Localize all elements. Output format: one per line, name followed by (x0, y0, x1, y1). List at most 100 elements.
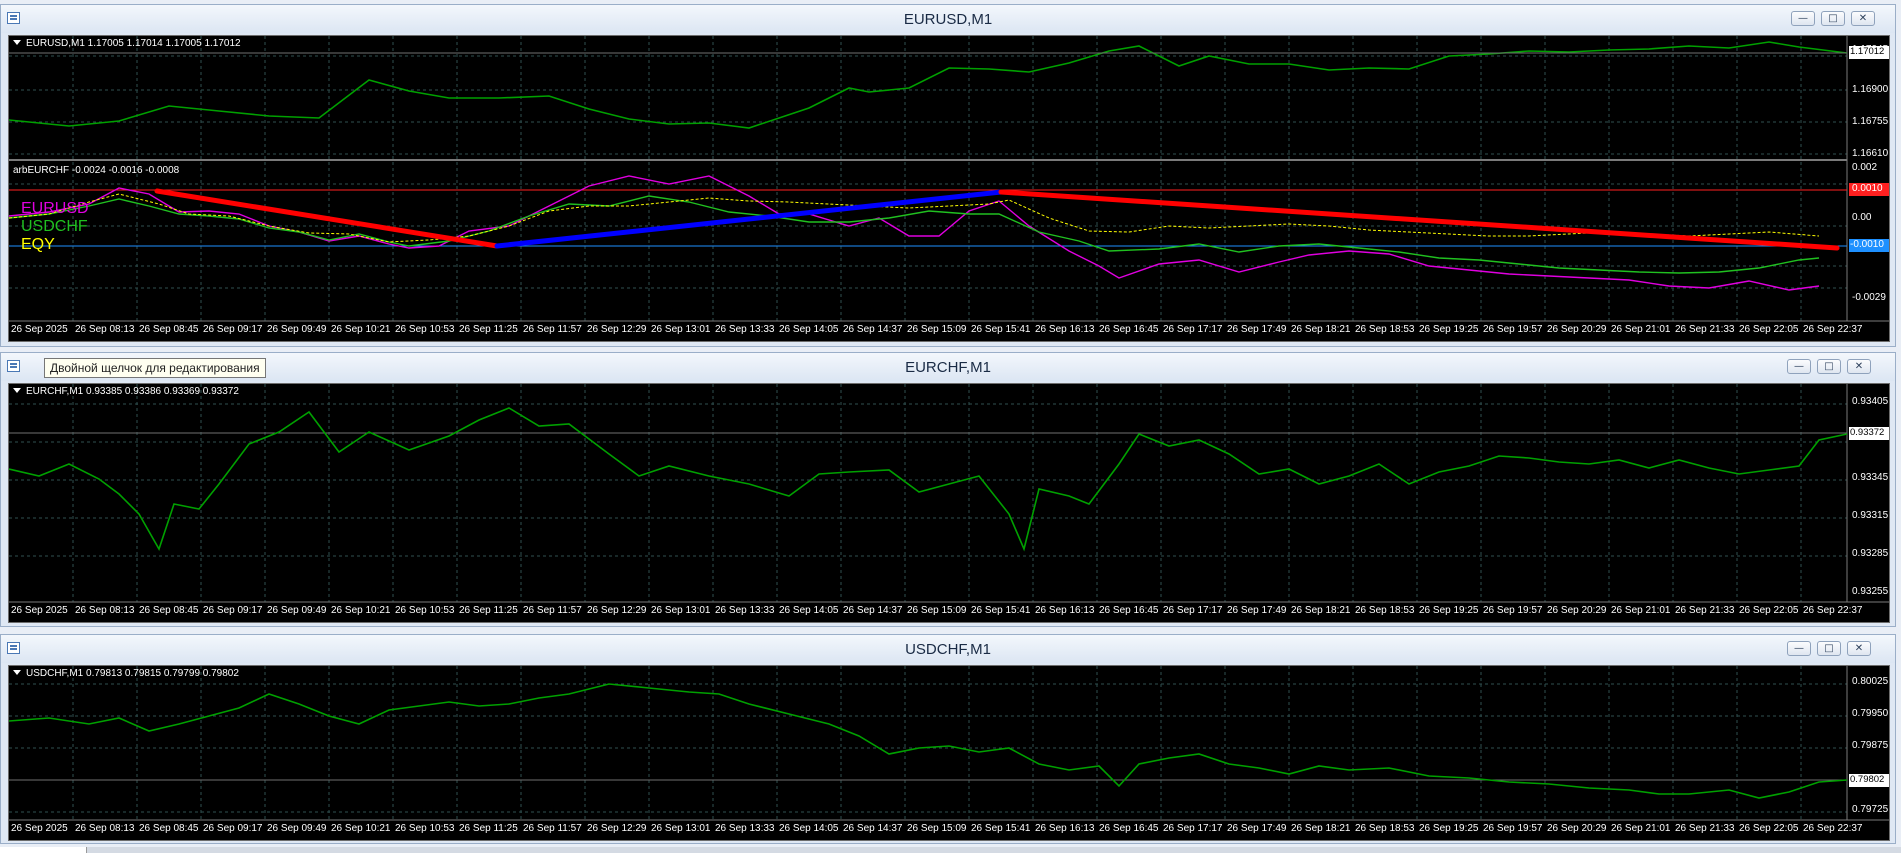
time-label: 26 Sep 22:37 (1803, 823, 1863, 834)
time-label: 26 Sep 08:45 (139, 605, 199, 616)
chart-window-eurchf[interactable]: EURCHF,M1 — □ ✕ EURCHF,M1 0.93385 0.9338… (0, 352, 1896, 627)
time-label: 26 Sep 19:57 (1483, 823, 1543, 834)
symbol-info-text: USDCHF,M1 0.79813 0.79815 0.79799 0.7980… (26, 668, 239, 679)
chart-area[interactable]: EURCHF,M1 0.93385 0.93386 0.93369 0.9337… (8, 383, 1890, 623)
time-label: 26 Sep 19:25 (1419, 823, 1479, 834)
upper-level-label: 0.0010 (1852, 183, 1883, 194)
time-label: 26 Sep 18:53 (1355, 324, 1415, 335)
time-label: 26 Sep 08:13 (75, 605, 135, 616)
trendline-red-right[interactable] (998, 189, 1840, 251)
chart-area[interactable]: USDCHF,M1 0.79813 0.79815 0.79799 0.7980… (8, 665, 1890, 841)
time-label: 26 Sep 18:53 (1355, 605, 1415, 616)
time-label: 26 Sep 11:25 (459, 823, 518, 834)
bottom-tab-strip (0, 847, 1901, 853)
time-label: 26 Sep 17:49 (1227, 823, 1287, 834)
time-label: 26 Sep 21:01 (1611, 605, 1671, 616)
trendline-red-left[interactable] (154, 188, 500, 249)
time-label: 26 Sep 20:29 (1547, 823, 1607, 834)
indicator-info: arbEURCHF -0.0024 -0.0016 -0.0008 (13, 165, 180, 176)
time-label: 26 Sep 17:49 (1227, 605, 1287, 616)
time-label: 26 Sep 16:45 (1099, 324, 1159, 335)
time-label: 26 Sep 14:37 (843, 324, 903, 335)
window-titlebar[interactable]: EURUSD,M1 — □ ✕ (1, 5, 1895, 33)
current-price-label: 0.93372 (1850, 427, 1885, 438)
time-label: 26 Sep 14:37 (843, 823, 903, 834)
time-label: 26 Sep 10:21 (331, 324, 391, 335)
price-label: 0.80025 (1852, 676, 1889, 687)
time-label: 26 Sep 21:01 (1611, 823, 1671, 834)
time-label: 26 Sep 21:33 (1675, 823, 1735, 834)
symbol-info-text: EURUSD,M1 1.17005 1.17014 1.17005 1.1701… (26, 38, 241, 49)
maximize-button[interactable]: □ (1817, 641, 1841, 656)
grid (9, 666, 1847, 820)
maximize-button[interactable]: □ (1817, 359, 1841, 374)
chart-area[interactable]: EURUSD,M1 1.17005 1.17014 1.17005 1.1701… (8, 35, 1890, 342)
edit-tooltip: Двойной щелчок для редактирования (44, 358, 266, 378)
time-label: 26 Sep 19:25 (1419, 324, 1479, 335)
current-price-label: 1.17012 (1850, 46, 1885, 57)
time-label: 26 Sep 08:13 (75, 823, 135, 834)
minimize-button[interactable]: — (1787, 359, 1811, 374)
time-label: 26 Sep 2025 (11, 605, 68, 616)
time-label: 26 Sep 15:09 (907, 605, 967, 616)
eurusd-series (9, 175, 1820, 291)
time-label: 26 Sep 19:57 (1483, 605, 1543, 616)
collapse-triangle-icon[interactable] (13, 40, 21, 45)
time-axis: 26 Sep 2025 26 Sep 08:13 26 Sep 08:45 26… (9, 823, 1863, 839)
time-label: 26 Sep 09:17 (203, 605, 263, 616)
time-label: 26 Sep 17:17 (1163, 605, 1223, 616)
time-label: 26 Sep 10:21 (331, 605, 391, 616)
close-button[interactable]: ✕ (1847, 359, 1871, 374)
time-label: 26 Sep 09:49 (267, 324, 327, 335)
time-label: 26 Sep 18:53 (1355, 823, 1415, 834)
time-label: 26 Sep 14:37 (843, 605, 903, 616)
legend-eqy: EQY (21, 236, 55, 253)
time-label: 26 Sep 17:17 (1163, 324, 1223, 335)
chart-window-eurusd[interactable]: EURUSD,M1 — □ ✕ EURUSD,M1 1.17005 1.1701… (0, 4, 1896, 347)
price-line (9, 41, 1848, 129)
close-button[interactable]: ✕ (1851, 11, 1875, 26)
time-label: 26 Sep 13:01 (651, 823, 711, 834)
price-label: 0.79875 (1852, 740, 1889, 751)
time-label: 26 Sep 22:37 (1803, 605, 1863, 616)
time-label: 26 Sep 13:01 (651, 605, 711, 616)
time-label: 26 Sep 22:37 (1803, 324, 1863, 335)
window-titlebar[interactable]: EURCHF,M1 — □ ✕ (1, 353, 1895, 381)
time-label: 26 Sep 16:13 (1035, 324, 1095, 335)
time-label: 26 Sep 18:21 (1291, 605, 1351, 616)
trendline-blue[interactable] (494, 189, 1004, 249)
time-label: 26 Sep 17:49 (1227, 324, 1287, 335)
time-label: 26 Sep 15:09 (907, 324, 967, 335)
minimize-button[interactable]: — (1791, 11, 1815, 26)
time-label: 26 Sep 10:21 (331, 823, 391, 834)
price-label: 0.93285 (1852, 548, 1889, 559)
minimize-button[interactable]: — (1787, 641, 1811, 656)
collapse-triangle-icon[interactable] (13, 670, 21, 675)
time-label: 26 Sep 12:29 (587, 324, 647, 335)
symbol-info: USDCHF,M1 0.79813 0.79815 0.79799 0.7980… (13, 668, 239, 679)
time-label: 26 Sep 19:25 (1419, 605, 1479, 616)
time-label: 26 Sep 08:45 (139, 324, 199, 335)
time-label: 26 Sep 22:05 (1739, 605, 1799, 616)
price-line (9, 683, 1848, 799)
grid (9, 384, 1847, 602)
chart-canvas (9, 36, 1889, 322)
bottom-tab[interactable] (0, 847, 87, 853)
collapse-triangle-icon[interactable] (13, 388, 21, 393)
close-button[interactable]: ✕ (1847, 641, 1871, 656)
time-label: 26 Sep 13:33 (715, 823, 775, 834)
time-label: 26 Sep 20:29 (1547, 324, 1607, 335)
time-axis: 26 Sep 2025 26 Sep 08:13 26 Sep 08:45 26… (9, 324, 1863, 340)
usdchf-series (9, 195, 1820, 274)
chart-window-usdchf[interactable]: USDCHF,M1 — □ ✕ USDCHF,M1 0.79813 0.7981… (0, 634, 1896, 844)
window-title: EURCHF,M1 (905, 359, 991, 376)
maximize-button[interactable]: □ (1821, 11, 1845, 26)
time-label: 26 Sep 21:33 (1675, 324, 1735, 335)
time-label: 26 Sep 10:53 (395, 324, 455, 335)
time-label: 26 Sep 15:41 (971, 605, 1031, 616)
time-label: 26 Sep 14:05 (779, 605, 839, 616)
lower-level-label: -0.0010 (1850, 239, 1884, 250)
time-label: 26 Sep 11:57 (523, 324, 582, 335)
window-titlebar[interactable]: USDCHF,M1 — □ ✕ (1, 635, 1895, 663)
time-label: 26 Sep 20:29 (1547, 605, 1607, 616)
